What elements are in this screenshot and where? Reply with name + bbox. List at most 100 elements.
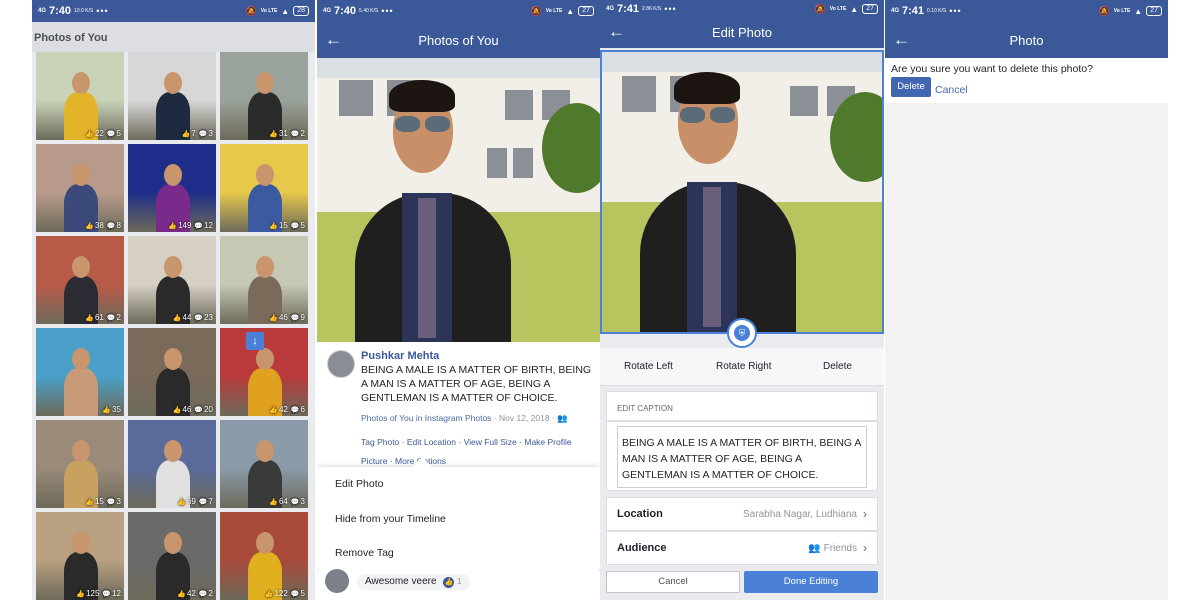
photo-tile[interactable]: 👍69 💬7	[128, 420, 216, 508]
chevron-right-icon: ›	[863, 507, 867, 521]
cancel-link[interactable]: Cancel	[935, 84, 968, 96]
done-editing-button[interactable]: Done Editing	[744, 571, 878, 593]
comment-icon: 💬	[196, 591, 208, 598]
net-speed: 10.0 K/S	[74, 7, 94, 14]
main-photo[interactable]	[317, 58, 600, 342]
photo-tile[interactable]: 👍46 💬9	[220, 236, 308, 324]
app-bar: ← Photos of You	[317, 22, 600, 58]
audience-value-text: Friends	[823, 542, 857, 554]
photo-tile[interactable]: 👍149 💬12	[128, 144, 216, 232]
like-count: 46	[278, 313, 288, 322]
caption-input[interactable]: BEING A MALE IS A MATTER OF BIRTH, BEING…	[617, 426, 867, 488]
menu-item-remove-tag[interactable]: Remove Tag	[335, 547, 580, 559]
download-icon[interactable]: ↓	[246, 332, 264, 350]
cancel-button[interactable]: Cancel	[606, 571, 740, 593]
photo-tile[interactable]: 👍44 💬23	[128, 236, 216, 324]
photo-tile[interactable]: 👍15 💬5	[220, 144, 308, 232]
tile-stats: 👍61 💬2	[84, 313, 121, 322]
more-notifications-icon: •••	[664, 4, 677, 14]
like-icon: 👍	[269, 499, 278, 506]
like-icon: 👍	[85, 223, 94, 230]
editable-photo[interactable]	[600, 50, 884, 334]
friends-icon: 👥	[557, 413, 568, 423]
author-name[interactable]: Pushkar Mehta	[361, 350, 439, 362]
like-icon: 👍	[177, 499, 186, 506]
menu-item-edit-photo[interactable]: Edit Photo	[335, 478, 580, 490]
photo-tile[interactable]: 👍64 💬3	[220, 420, 308, 508]
volte-icon: Vo LTE	[545, 7, 563, 14]
edit-toolbar: Rotate Left Rotate Right Delete	[600, 348, 884, 386]
comment-count: 6	[300, 405, 305, 414]
comment-icon: 💬	[288, 223, 300, 230]
like-icon: 👍	[177, 591, 186, 598]
back-arrow-icon[interactable]: ←	[325, 31, 345, 49]
photo-tile[interactable]: 👍38 💬8	[36, 144, 124, 232]
delete-button[interactable]: Delete	[823, 361, 852, 372]
rotate-left-button[interactable]: Rotate Left	[624, 361, 673, 372]
comment-icon: 💬	[196, 499, 208, 506]
like-count: 44	[182, 313, 192, 322]
photo-tile[interactable]: 👍42 💬2	[128, 512, 216, 600]
audience-value: 👥 Friends	[808, 543, 857, 554]
menu-item-hide-from-timeline[interactable]: Hide from your Timeline	[335, 513, 580, 525]
comment-bubble[interactable]: Awesome veere 👍 1	[357, 574, 470, 590]
back-arrow-icon[interactable]: ←	[608, 23, 628, 41]
rotate-right-button[interactable]: Rotate Right	[716, 361, 772, 372]
comment-count: 5	[300, 589, 305, 598]
photo-tile[interactable]: 👍125 💬12	[36, 512, 124, 600]
audience-row[interactable]: Audience 👥 Friends ›	[606, 531, 878, 565]
status-bar: 4G 7:40 5.40 K/S ••• 🔕 Vo LTE ▲ 27	[317, 0, 600, 22]
tag-photo-link[interactable]: Tag Photo	[361, 437, 399, 447]
comment-icon: 💬	[104, 131, 116, 138]
like-count: 46	[182, 405, 192, 414]
location-row[interactable]: Location Sarabha Nagar, Ludhiana ›	[606, 497, 878, 531]
comment-icon: 💬	[192, 315, 204, 322]
like-icon: 👍	[269, 407, 278, 414]
battery-icon: 28	[293, 6, 309, 16]
comment-count: 3	[208, 129, 213, 138]
edit-location-link[interactable]: Edit Location	[407, 437, 456, 447]
photo-tile[interactable]: 👍31 💬2	[220, 52, 308, 140]
avatar[interactable]	[327, 350, 355, 378]
photo-tile[interactable]: 👍122 💬5	[220, 512, 308, 600]
comment-icon: 💬	[100, 591, 112, 598]
back-arrow-icon[interactable]: ←	[893, 31, 913, 49]
tile-stats: 👍122 💬5	[264, 589, 305, 598]
view-full-size-link[interactable]: View Full Size	[464, 437, 517, 447]
photo-tile[interactable]: 👍22 💬5	[36, 52, 124, 140]
album-link[interactable]: Photos of You in Instagram Photos	[361, 413, 491, 423]
comment-count: 9	[300, 313, 305, 322]
commenter-avatar[interactable]	[325, 569, 349, 593]
comment-icon: 💬	[196, 131, 208, 138]
mute-icon: 🔕	[814, 3, 826, 14]
photo-tile[interactable]: 👍15 💬3	[36, 420, 124, 508]
photo-tile[interactable]: 👍42 💬6 ↓	[220, 328, 308, 416]
photo-tile[interactable]: 👍46 💬20	[128, 328, 216, 416]
app-bar: ← Photo	[885, 22, 1168, 58]
tile-stats: 👍125 💬12	[75, 589, 121, 598]
more-notifications-icon: •••	[949, 6, 962, 16]
status-bar: 4G 7:41 0.10 K/S ••• 🔕 Vo LTE ▲ 27	[885, 0, 1168, 22]
location-label: Location	[617, 508, 663, 520]
confirm-delete-button[interactable]: Delete	[891, 77, 931, 97]
privacy-shield-icon[interactable]: ⛨	[727, 318, 757, 348]
comment-row: Awesome veere 👍 1	[317, 569, 600, 600]
signal-icon: ▲	[566, 6, 575, 16]
photo-tile[interactable]: 👍35	[36, 328, 124, 416]
section-header: Photos of You	[32, 22, 315, 52]
tile-stats: 👍149 💬12	[167, 221, 213, 230]
photo-tile[interactable]: 👍61 💬2	[36, 236, 124, 324]
shield-icon: ⛨	[734, 325, 750, 341]
options-menu: Edit Photo Hide from your Timeline Remov…	[317, 457, 600, 571]
like-count: 69	[186, 497, 196, 506]
comment-count: 3	[300, 497, 305, 506]
comment-icon: 💬	[288, 591, 300, 598]
like-icon: 👍	[269, 315, 278, 322]
app-bar: ← Edit Photo	[600, 16, 884, 48]
photo-tile[interactable]: 👍7 💬3	[128, 52, 216, 140]
net-speed: 0.10 K/S	[927, 7, 947, 14]
like-count: 149	[178, 221, 192, 230]
like-icon: 👍	[102, 407, 112, 414]
network-type: 4G	[38, 8, 47, 14]
tile-stats: 👍46 💬9	[268, 313, 305, 322]
